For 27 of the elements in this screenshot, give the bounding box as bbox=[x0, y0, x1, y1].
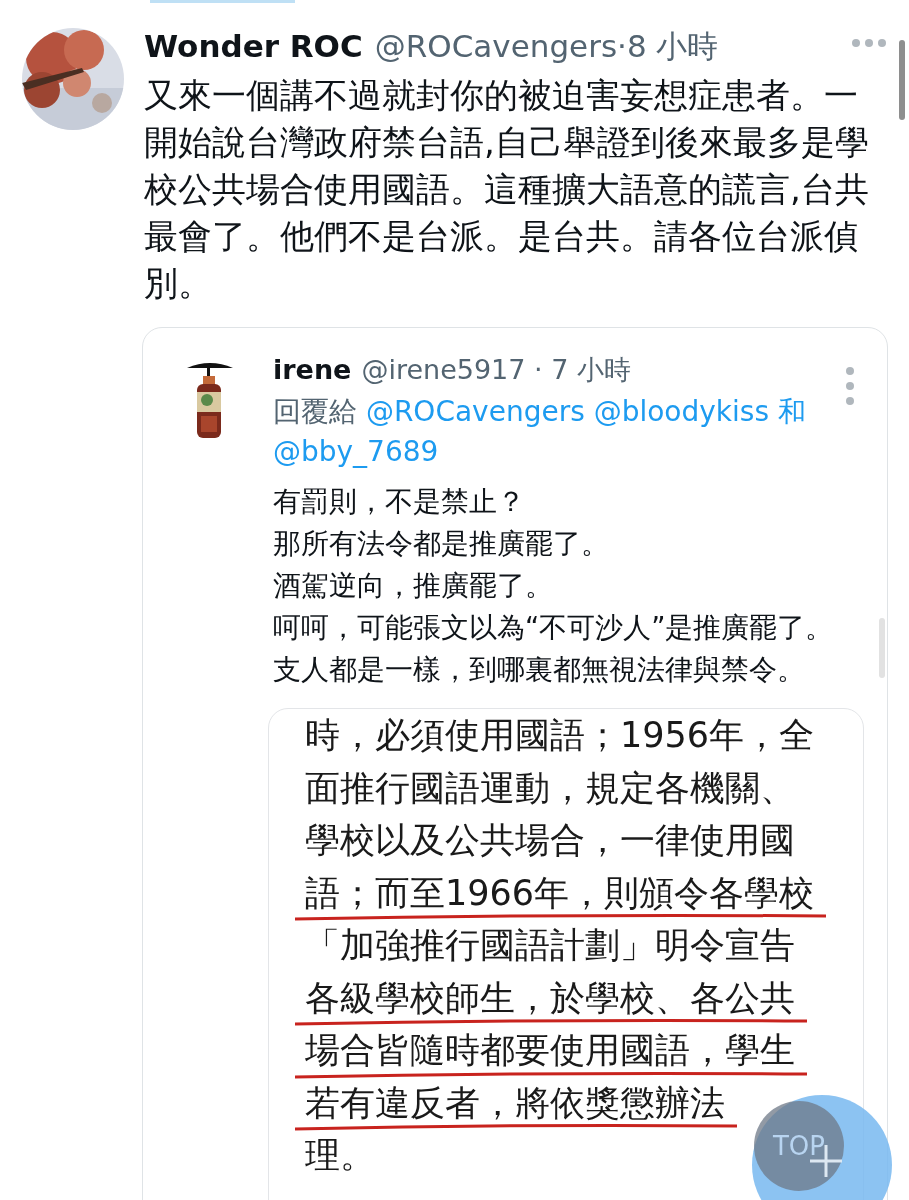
document-text: 「加強推行國語計劃」明令宣告 bbox=[305, 925, 795, 965]
mention-link[interactable]: @bby_7689 bbox=[273, 435, 439, 468]
author-name[interactable]: Wonder ROC bbox=[144, 28, 363, 64]
tweet-text: 呵呵，可能張文以為“不可沙人”是推廣罷了。 bbox=[273, 610, 835, 645]
document-text: 場合皆隨時都要使用國語，學生 bbox=[305, 1030, 795, 1070]
author-handle: @ROCavengers·8 小時 bbox=[374, 28, 719, 64]
mention-link[interactable]: @ROCavengers bbox=[365, 395, 585, 428]
document-text: 語；而至1966年，則頒令各學校 bbox=[305, 872, 815, 913]
tweet-text: 又來一個講不過就封你的被迫害妄想症患者。一開始說台灣政府禁台語,自己舉證到後來最多是學校公共場合使用國語。這種擴大語意的謊言,台共最會了。他們不是台派。是台共。請各位台派偵別。 bbox=[144, 74, 870, 305]
scroll-bar[interactable] bbox=[899, 40, 905, 120]
scroll-bar[interactable] bbox=[879, 618, 885, 678]
tweet-text: 酒駕逆向，推廣罷了。 bbox=[273, 568, 554, 603]
author-name[interactable]: irene bbox=[273, 352, 352, 388]
document-text: 理。 bbox=[305, 1135, 375, 1175]
author-handle: @irene5917 · 7 小時 bbox=[361, 353, 631, 387]
tweet-text: 那所有法令都是推廣罷了。 bbox=[273, 526, 610, 561]
reply-context: 回覆給 @ROCavengers @bloodykiss 和 @bby_7689 bbox=[273, 394, 807, 470]
tweet-text: 支人都是一樣，到哪裏都無視法律與禁令。 bbox=[273, 652, 806, 687]
more-icon[interactable] bbox=[851, 38, 887, 48]
document-text: 學校以及公共場合，一律使用國 bbox=[305, 820, 795, 860]
mention-link[interactable]: @bloodykiss bbox=[593, 395, 769, 428]
document-text: 面推行國語運動，規定各機關、 bbox=[305, 767, 795, 808]
document-text: 各級學校師生，於學校、各公共 bbox=[305, 977, 795, 1018]
tweet-text: 有罰則，不是禁止？ bbox=[273, 484, 526, 519]
document-text: 若有違反者，將依獎懲辦法 bbox=[305, 1082, 725, 1123]
more-icon[interactable] bbox=[845, 366, 855, 406]
document-text: 時，必須使用國語；1956年，全 bbox=[305, 715, 815, 755]
